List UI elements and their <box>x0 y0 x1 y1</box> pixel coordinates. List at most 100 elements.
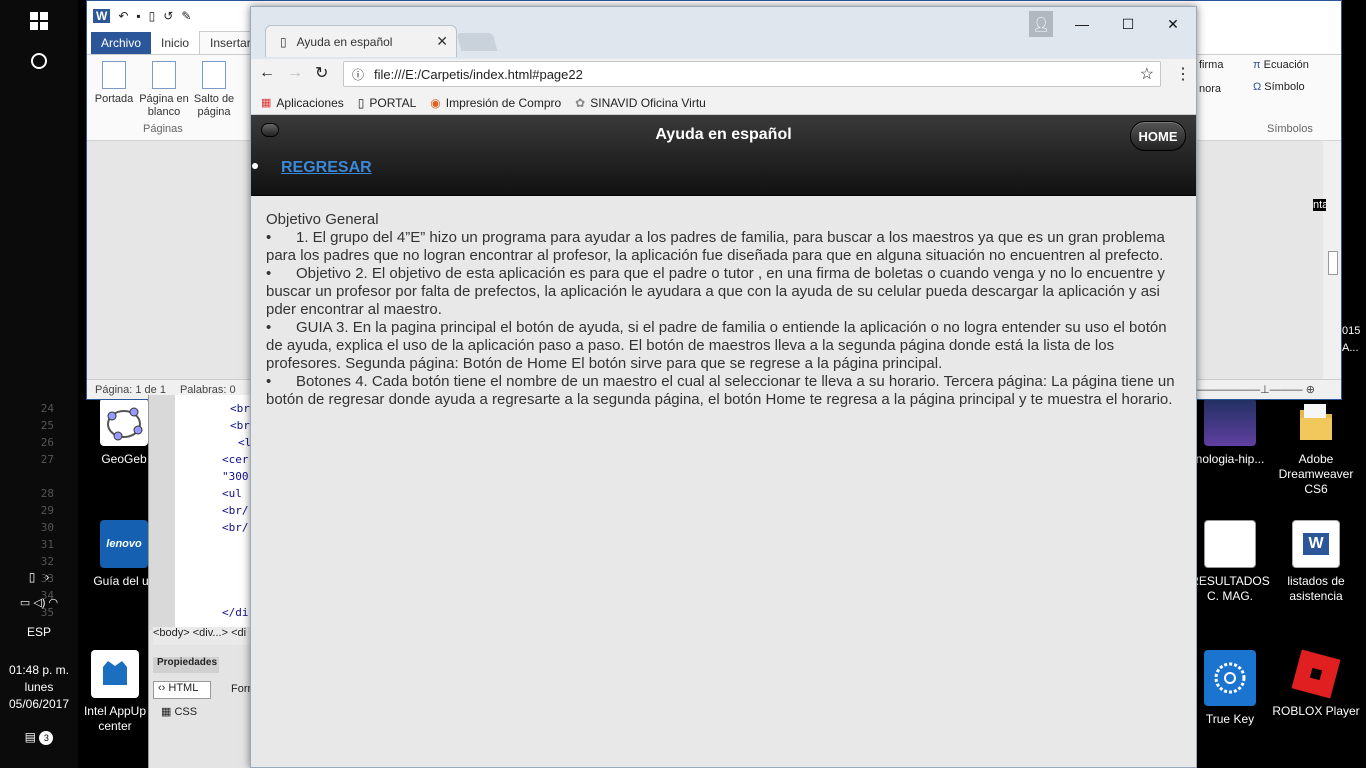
windows-icon <box>30 12 48 30</box>
clock-day: lunes <box>24 680 54 694</box>
dw-line-number: 34 <box>40 589 54 602</box>
close-tab-icon[interactable]: ✕ <box>436 33 448 50</box>
dw-code-line: <cer <box>222 453 249 466</box>
reload-icon[interactable]: ↻ <box>315 63 328 83</box>
roblox-icon <box>1291 649 1341 699</box>
dw-code-line: <ul <box>222 487 242 500</box>
firma-button[interactable]: firma <box>1199 59 1223 71</box>
intel-appup-icon <box>91 650 139 698</box>
apps-grid-icon: ▦ <box>261 97 272 109</box>
dw-code-line: "300 <box>222 470 249 483</box>
dw-line-number: 25 <box>40 419 54 432</box>
desktop-icon-intel-appup[interactable]: Intel AppUp center <box>80 650 150 734</box>
page-content: Objetivo General • 1. El grupo del 4”E” h… <box>266 211 1184 409</box>
new-doc-icon[interactable]: ▯ <box>149 9 156 23</box>
menu-kebab-icon[interactable]: ⋮ <box>1175 64 1191 84</box>
dw-properties-tab[interactable]: Propiedades <box>153 657 219 673</box>
dw-code-line: <br/ <box>222 504 249 517</box>
page-count[interactable]: Página: 1 de 1 <box>95 384 166 396</box>
nora-button[interactable]: nora <box>1199 83 1221 95</box>
bullet: • <box>266 265 272 282</box>
word-vertical-scrollbar[interactable] <box>1326 143 1340 378</box>
desktop-icon-tecnologia[interactable]: nologia-hip... <box>1190 398 1270 467</box>
cortana-button[interactable] <box>26 48 52 74</box>
close-icon: ✕ <box>1167 15 1179 32</box>
page-icon: ▯ <box>280 34 287 49</box>
back-icon[interactable]: ← <box>259 64 275 82</box>
css-icon: ▦ <box>161 706 172 718</box>
bookmark-impresion[interactable]: ◉ Impresión de Compro <box>430 96 561 110</box>
dw-line-number: 35 <box>40 606 54 619</box>
desktop-icon-label: True Key <box>1205 712 1255 726</box>
dw-format-label: Forr <box>231 683 252 695</box>
forward-icon[interactable]: → <box>287 64 303 82</box>
undo-icon[interactable]: ↶ <box>118 9 128 23</box>
clock-date: 05/06/2017 <box>8 697 70 711</box>
desktop-icon-label: GeoGeb <box>101 452 147 466</box>
browser-window: ▯ Ayuda en español ✕ 👤︎ — ☐ ✕ ← → ↻ ⓘ fi… <box>250 6 1197 768</box>
battery-icon[interactable]: ▭ <box>20 597 30 609</box>
start-button[interactable] <box>26 8 52 34</box>
geogebra-icon <box>100 398 148 446</box>
desktop-icon-truekey[interactable]: True Key <box>1190 650 1270 727</box>
blank-page-icon <box>152 61 176 89</box>
dw-css-button[interactable]: ▦ CSS <box>161 705 197 718</box>
minimize-button[interactable]: — <box>1059 11 1105 37</box>
language-indicator[interactable]: ESP <box>0 625 78 639</box>
bookmark-sinavid[interactable]: ✿ SINAVID Oficina Virtu <box>575 96 706 110</box>
bookmark-portal[interactable]: ▯ PORTAL <box>358 96 417 110</box>
dw-html-button[interactable]: ‹› HTML <box>153 681 211 699</box>
address-bar[interactable]: ⓘ file:///E:/Carpetis/index.html#page22 … <box>343 61 1161 87</box>
image-file-icon <box>1204 398 1256 446</box>
group-paginas-label: Páginas <box>143 123 183 135</box>
blank-page-button[interactable]: Página en blanco <box>139 61 189 119</box>
format-painter-icon[interactable]: ✎ <box>181 9 191 23</box>
browser-toolbar: ← → ↻ ⓘ file:///E:/Carpetis/index.html#p… <box>251 59 1196 91</box>
portada-button[interactable]: Portada <box>89 61 139 106</box>
refresh-icon[interactable]: ↺ <box>163 9 173 23</box>
browser-tab[interactable]: ▯ Ayuda en español ✕ <box>265 25 457 57</box>
desktop-icon-dreamweaver[interactable]: Adobe Dreamweaver CS6 <box>1266 398 1366 497</box>
home-button[interactable]: HOME <box>1130 121 1186 151</box>
page-break-icon <box>202 61 226 89</box>
desktop-icon-label: Guía del us <box>93 574 155 588</box>
browser-titlebar: ▯ Ayuda en español ✕ 👤︎ — ☐ ✕ <box>251 7 1196 59</box>
word-app-icon: W <box>93 9 111 23</box>
regresar-link[interactable]: REGRESAR <box>281 159 372 177</box>
dw-code-line: <br <box>230 419 250 432</box>
tab-archivo[interactable]: Archivo <box>91 32 152 54</box>
group-simbolos-label: Símbolos <box>1267 123 1313 135</box>
save-icon[interactable]: ▪ <box>136 9 140 23</box>
list-item: • Objetivo 2. El objetivo de esta aplicac… <box>266 265 1165 318</box>
new-tab-button[interactable] <box>456 33 498 51</box>
bullet: • <box>266 319 272 336</box>
clock-time[interactable]: 01:48 p. m. <box>0 663 78 677</box>
action-center-button[interactable]: ▤ 3 <box>0 730 78 745</box>
cortana-icon <box>31 53 47 69</box>
taskbar: ▯ › ▭ ◁) ◠ ESP 01:48 p. m. lunes 05/06/2… <box>0 0 78 768</box>
page-break-button[interactable]: Salto de página <box>189 61 239 119</box>
lenovo-icon: lenovo <box>100 520 148 568</box>
side-text-3: A... <box>1342 342 1359 354</box>
bookmark-aplicaciones[interactable]: ▦ Aplicaciones <box>261 96 344 110</box>
bookmark-star-icon[interactable]: ☆ <box>1140 64 1154 84</box>
word-count[interactable]: Palabras: 0 <box>180 384 236 396</box>
dw-line-number: 29 <box>40 504 54 517</box>
list-item: • 1. El grupo del 4”E” hizo un programa p… <box>266 229 1165 264</box>
bullet: • <box>266 229 272 246</box>
maximize-button[interactable]: ☐ <box>1105 11 1151 37</box>
dw-line-number: 31 <box>40 538 54 551</box>
dw-tag-breadcrumb[interactable]: <body> <div...> <di <box>153 627 251 645</box>
ecuacion-button[interactable]: π Ecuación <box>1253 59 1309 71</box>
profile-button[interactable]: 👤︎ <box>1029 11 1053 37</box>
desktop-icon-resultados[interactable]: RESULTADOS C. MAG. <box>1190 520 1270 604</box>
desktop-icon-listados[interactable]: W listados de asistencia <box>1266 520 1366 604</box>
tab-inicio[interactable]: Inicio <box>151 32 199 54</box>
info-icon: ⓘ <box>352 67 365 82</box>
desktop-icon-roblox[interactable]: ROBLOX Player <box>1266 649 1366 719</box>
sinavid-icon: ✿ <box>575 95 586 110</box>
scroll-thumb[interactable] <box>1328 251 1338 275</box>
close-window-button[interactable]: ✕ <box>1150 11 1196 37</box>
simbolo-button[interactable]: Ω Símbolo <box>1253 81 1305 93</box>
page-viewport: Ayuda en español HOME REGRESAR Objetivo … <box>251 115 1196 767</box>
